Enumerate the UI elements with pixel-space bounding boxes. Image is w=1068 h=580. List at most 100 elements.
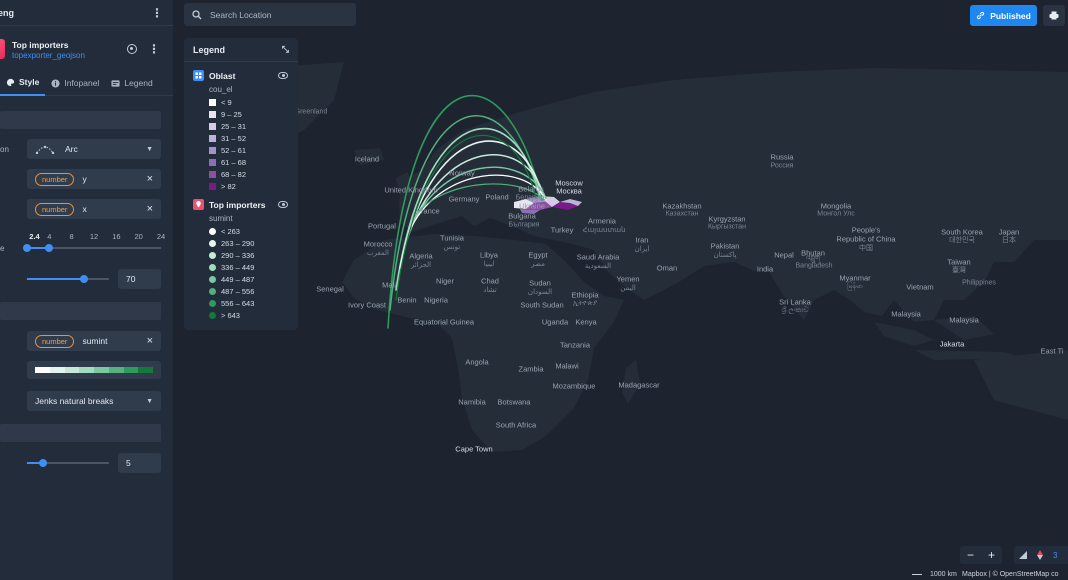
- map-label: Беларусь: [515, 194, 547, 202]
- search-box[interactable]: [184, 3, 356, 26]
- grid-icon: [193, 70, 204, 81]
- eye-icon[interactable]: [278, 201, 288, 208]
- color-field-select[interactable]: number sumint ×: [27, 331, 161, 351]
- range-slider-high-handle[interactable]: [45, 244, 54, 252]
- legend-item-label: > 82: [221, 181, 236, 191]
- section-color-header[interactable]: [0, 302, 161, 320]
- 3d-toggle[interactable]: 3: [1053, 551, 1057, 560]
- opacity-input[interactable]: 70: [118, 269, 161, 289]
- layer-menu-icon[interactable]: ⋮: [148, 43, 160, 55]
- color-field-value: sumint: [82, 336, 108, 346]
- map-label: 대한민국: [949, 237, 975, 244]
- ramp-swatch: [64, 367, 80, 373]
- tab-style[interactable]: Style: [0, 70, 46, 96]
- opacity-slider-handle[interactable]: [80, 275, 89, 283]
- map-label: Sri Lanka: [779, 297, 811, 307]
- map-label: България: [508, 221, 540, 229]
- print-icon: [1049, 11, 1059, 20]
- map-label: Россия: [770, 162, 794, 170]
- legend-item: 25 – 31: [209, 121, 246, 131]
- compass-icon[interactable]: [1037, 550, 1043, 560]
- map-label: تونس: [443, 244, 461, 251]
- legend-panel: Legend ⤡ Oblast cou_el < 9 9 – 25 25 – 31 3…: [184, 38, 298, 330]
- published-button[interactable]: Published: [970, 5, 1037, 26]
- legend-item: 487 – 556: [209, 286, 254, 296]
- legend-swatch: [209, 158, 216, 166]
- legend-title: Legend: [193, 44, 226, 55]
- map-label: Greenland: [294, 108, 328, 116]
- legend-item: > 82: [209, 181, 236, 191]
- published-label: Published: [990, 10, 1031, 21]
- map-canvas[interactable]: Greenland Iceland Norway United Kingdom Bela…: [174, 0, 1068, 580]
- info-icon: [51, 78, 60, 88]
- type-label: on: [0, 145, 9, 154]
- ramp-swatch: [49, 367, 65, 373]
- project-menu-icon[interactable]: ⋮: [151, 7, 163, 19]
- legend-item: 52 – 61: [209, 145, 246, 155]
- tab-infopanel[interactable]: Infopanel: [45, 70, 105, 96]
- field-x-value: x: [82, 204, 87, 214]
- locate-icon[interactable]: [127, 44, 137, 54]
- legend-item: 290 – 336: [209, 250, 254, 260]
- map-label: Кыргызстан: [707, 223, 747, 231]
- map-label: ایران: [634, 246, 650, 253]
- print-button[interactable]: [1043, 5, 1065, 26]
- type-select[interactable]: Arc ▼: [27, 139, 161, 159]
- legend-item: > 643: [209, 310, 240, 320]
- width-slider-handle[interactable]: [39, 459, 48, 467]
- width-input[interactable]: 5: [118, 453, 161, 473]
- legend-swatch: [209, 299, 216, 307]
- tab-infopanel-label: Infopanel: [64, 78, 100, 88]
- color-ramp-select[interactable]: [27, 361, 161, 379]
- classification-value: Jenks natural breaks: [35, 396, 114, 406]
- map-label: Malaysia: [891, 309, 921, 319]
- zoom-out-button[interactable]: −: [967, 548, 974, 562]
- range-slider-low-handle[interactable]: [23, 244, 31, 252]
- layer-title: Top importers: [12, 40, 69, 50]
- map-label: South Sudan: [520, 300, 564, 310]
- map-label: Morocco: [363, 239, 393, 249]
- map-label: India: [756, 264, 774, 274]
- number-type-badge: number: [35, 202, 75, 216]
- legend-swatch: [209, 287, 216, 295]
- search-input[interactable]: [210, 9, 340, 20]
- layer-source[interactable]: topexporter_geojson: [12, 51, 85, 60]
- section-width-header[interactable]: [0, 424, 161, 442]
- legend-item: < 263: [209, 226, 240, 236]
- legend-icon: [111, 79, 120, 87]
- legend-item: 31 – 52: [209, 133, 246, 143]
- project-header: eng ⋮: [0, 0, 173, 26]
- map-label: East Ti: [1040, 346, 1064, 356]
- map-label: Portugal: [368, 221, 396, 231]
- legend-item: < 9: [209, 97, 232, 107]
- legend-swatch: [209, 170, 216, 178]
- field-y-select[interactable]: number y ×: [27, 169, 161, 189]
- legend-swatch: [209, 311, 216, 319]
- map-attribution[interactable]: Mapbox | © OpenStreetMap co: [962, 571, 1058, 578]
- collapse-icon[interactable]: ⤡: [282, 44, 289, 55]
- clear-icon[interactable]: ×: [147, 173, 153, 185]
- map-label: Senegal: [316, 284, 344, 294]
- legend-item: 263 – 290: [209, 238, 254, 248]
- tab-legend[interactable]: Legend: [105, 70, 158, 96]
- map-label: پاکستان: [713, 252, 737, 259]
- pitch-icon[interactable]: [1019, 551, 1027, 559]
- layer-color-icon: [0, 39, 5, 59]
- section-type-header[interactable]: [0, 111, 161, 129]
- layer-header[interactable]: Top importers topexporter_geojson ⋮: [0, 36, 173, 64]
- range-tick: 20: [134, 232, 143, 241]
- clear-icon[interactable]: ×: [147, 203, 153, 215]
- field-x-select[interactable]: number x ×: [27, 199, 161, 219]
- map-label: 中国: [859, 245, 873, 252]
- map-label: ليبيا: [483, 261, 495, 268]
- map-label: Jakarta: [939, 339, 965, 349]
- legend-swatch: [209, 146, 216, 154]
- map-label: Sudan: [529, 278, 551, 288]
- clear-icon[interactable]: ×: [147, 335, 153, 347]
- map-label: Yemen: [616, 274, 640, 284]
- zoom-in-button[interactable]: +: [988, 548, 995, 562]
- map-label: Russia: [770, 152, 794, 162]
- eye-icon[interactable]: [278, 72, 288, 79]
- classification-select[interactable]: Jenks natural breaks ▼: [27, 391, 161, 411]
- map-label: ශ්‍රී ලංකාව: [781, 307, 809, 314]
